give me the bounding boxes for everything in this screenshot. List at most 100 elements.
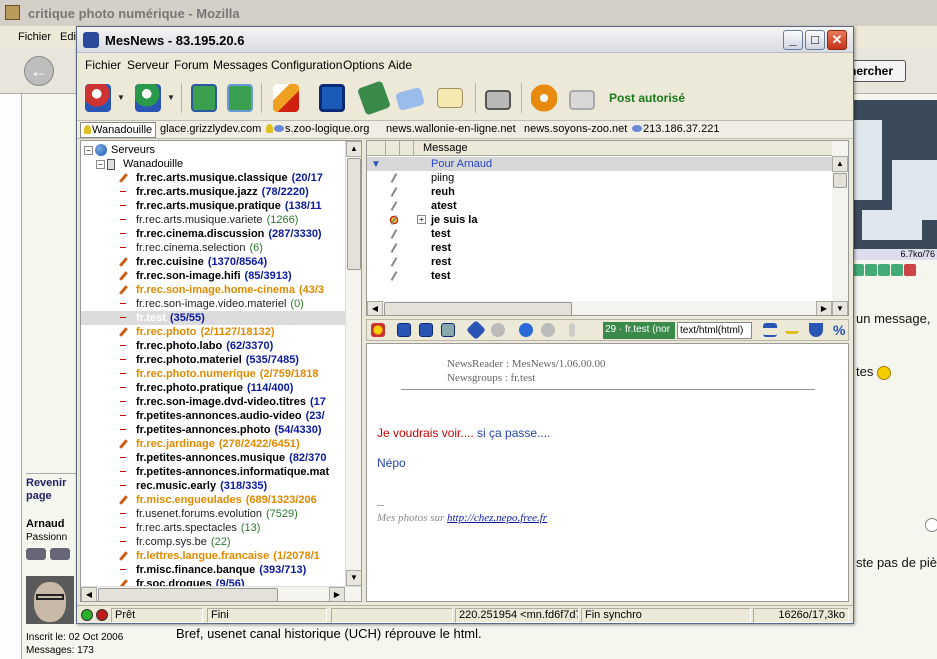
tab-server-grizzlydev[interactable]: glace.grizzlydev.com xyxy=(157,122,264,138)
newsgroup-row[interactable]: fr.rec.son-image.home-cinema (43/3 xyxy=(81,283,345,297)
back-to-page-link[interactable]: Revenir page xyxy=(26,473,78,503)
newsgroup-row[interactable]: fr.rec.arts.musique.pratique (138/11 xyxy=(81,199,345,213)
highlight-icon[interactable] xyxy=(785,326,799,334)
mesnews-title-bar[interactable]: MesNews - 83.195.20.6 _ □ ✕ xyxy=(77,27,853,53)
newsgroup-row[interactable]: fr.petites-annonces.musique (82/370 xyxy=(81,451,345,465)
forum-action-icons[interactable] xyxy=(852,264,937,280)
message-row[interactable]: + je suis la xyxy=(367,213,832,227)
settings-button[interactable] xyxy=(527,80,561,116)
tab-server-soyons-zoo[interactable]: news.soyons-zoo.net xyxy=(521,122,630,138)
tree-vertical-scrollbar[interactable]: ▲ ▼ xyxy=(345,141,361,586)
message-list-vertical-scrollbar[interactable]: ▲ xyxy=(832,141,848,301)
scroll-right-arrow[interactable]: ▶ xyxy=(816,301,832,315)
mozilla-search-button[interactable]: hercher xyxy=(848,60,906,82)
tree-server[interactable]: − Wanadouille xyxy=(81,157,345,171)
menu-options[interactable]: Options xyxy=(343,58,384,72)
message-list-horizontal-scrollbar[interactable]: ◀ ▶ ▼ xyxy=(367,301,848,315)
mail-icon[interactable] xyxy=(441,323,455,337)
newsgroup-row[interactable]: fr.comp.sys.be (22) xyxy=(81,535,345,549)
newsgroup-tree[interactable]: − Serveurs − Wanadouille fr.rec.arts.mus… xyxy=(80,140,362,602)
download-all-icon[interactable] xyxy=(419,323,433,337)
newsgroup-row[interactable]: rec.music.early (318/335) xyxy=(81,479,345,493)
newsgroup-row[interactable]: fr.petites-annonces.photo (54/4330) xyxy=(81,423,345,437)
filter-icon[interactable] xyxy=(809,323,823,337)
newsgroup-row[interactable]: fr.rec.photo.materiel (535/7485) xyxy=(81,353,345,367)
newsgroup-row[interactable]: fr.rec.son-image.dvd-video.titres (17 xyxy=(81,395,345,409)
refresh-button[interactable] xyxy=(187,80,221,116)
forum-edit-icon[interactable] xyxy=(925,518,937,532)
diamond-icon[interactable] xyxy=(466,320,486,340)
collapse-icon[interactable]: − xyxy=(84,146,93,155)
newsgroup-row[interactable]: fr.rec.photo (2/1127/18132) xyxy=(81,325,345,339)
message-row[interactable]: reuh xyxy=(367,185,832,199)
menu-forum[interactable]: Forum xyxy=(174,58,209,72)
mozilla-menu-fichier[interactable]: Fichier xyxy=(18,31,51,43)
scroll-left-arrow[interactable]: ◀ xyxy=(81,587,97,601)
newsgroup-row[interactable]: fr.rec.photo.labo (62/3370) xyxy=(81,339,345,353)
newsgroup-row[interactable]: fr.rec.arts.spectacles (13) xyxy=(81,521,345,535)
attachment-icon[interactable] xyxy=(569,323,575,337)
minimize-button[interactable]: _ xyxy=(783,30,803,50)
newsgroup-row[interactable]: fr.rec.son-image.video.materiel (0) xyxy=(81,297,345,311)
percent-icon[interactable]: % xyxy=(833,322,845,338)
www-icon[interactable] xyxy=(891,264,903,276)
mozilla-menu-edition[interactable]: Edi xyxy=(60,31,76,43)
newsgroup-row[interactable]: fr.rec.cinema.selection (6) xyxy=(81,241,345,255)
newsgroup-row[interactable]: fr.rec.jardinage (278/2422/6451) xyxy=(81,437,345,451)
message-row[interactable]: rest xyxy=(367,241,832,255)
newsgroup-row[interactable]: fr.usenet.forums.evolution (7529) xyxy=(81,507,345,521)
refresh-all-button[interactable] xyxy=(223,80,257,116)
archive-button[interactable] xyxy=(356,80,392,116)
close-button[interactable]: ✕ xyxy=(827,30,847,50)
quote-icon[interactable] xyxy=(904,264,916,276)
newsgroup-row[interactable]: fr.petites-annonces.informatique.mat xyxy=(81,465,345,479)
scroll-thumb[interactable] xyxy=(98,588,278,601)
collapse-icon[interactable]: − xyxy=(96,160,105,169)
scroll-up-arrow[interactable]: ▲ xyxy=(832,156,848,172)
printer-disabled-button[interactable] xyxy=(565,80,599,116)
previous-arrow-icon[interactable] xyxy=(519,323,533,337)
signature-link[interactable]: http://chez.nepo.free.fr xyxy=(447,512,547,524)
menu-fichier[interactable]: Fichier xyxy=(85,58,121,72)
newsgroup-row[interactable]: fr.rec.photo.pratique (114/400) xyxy=(81,381,345,395)
font-size-icon[interactable] xyxy=(763,323,777,337)
message-row[interactable]: test xyxy=(367,227,832,241)
newsgroup-row[interactable]: fr.petites-annonces.audio-video (23/ xyxy=(81,409,345,423)
reply-button[interactable] xyxy=(393,80,427,116)
scroll-left-arrow[interactable]: ◀ xyxy=(367,301,383,315)
scroll-thumb[interactable] xyxy=(384,302,572,315)
disconnect-user-button[interactable] xyxy=(131,80,165,116)
up-arrow-icon[interactable] xyxy=(491,323,505,337)
column-message[interactable]: Message xyxy=(423,142,468,154)
message-row[interactable]: atest xyxy=(367,199,832,213)
message-row[interactable]: test xyxy=(367,269,832,283)
pm-icon[interactable] xyxy=(865,264,877,276)
print-button[interactable] xyxy=(481,80,515,116)
newsgroup-row[interactable]: fr.rec.cinema.discussion (287/3330) xyxy=(81,227,345,241)
dropdown-arrow-icon[interactable]: ▼ xyxy=(167,93,175,102)
tab-server-wallonie[interactable]: news.wallonie-en-ligne.net xyxy=(383,122,519,138)
tab-server-zoo-logique[interactable]: s.zoo-logique.org xyxy=(263,122,372,138)
message-list[interactable]: Message ▼ Pour Arnaud piing reuh atest + je su… xyxy=(366,140,849,316)
format-selector[interactable]: text/html(html) xyxy=(677,322,752,339)
tab-server-213[interactable]: 213.186.37.221 xyxy=(629,122,722,138)
newsgroup-row[interactable]: fr.test (35/55) xyxy=(81,311,345,325)
menu-aide[interactable]: Aide xyxy=(388,58,412,72)
back-arrow-icon[interactable]: ← xyxy=(24,56,54,86)
mark-read-icon[interactable] xyxy=(371,323,385,337)
send-button[interactable] xyxy=(269,80,303,116)
menu-serveur[interactable]: Serveur xyxy=(127,58,169,72)
newsgroup-row[interactable]: fr.rec.arts.musique.jazz (78/2220) xyxy=(81,185,345,199)
connect-user-button[interactable] xyxy=(81,80,115,116)
email-icon[interactable] xyxy=(878,264,890,276)
tab-server-wanadouille[interactable]: Wanadouille xyxy=(80,122,157,138)
download-message-icon[interactable] xyxy=(397,323,411,337)
scroll-thumb[interactable] xyxy=(347,158,361,270)
save-button[interactable] xyxy=(315,80,349,116)
newsgroup-row[interactable]: fr.rec.photo.numerique (2/759/1818 xyxy=(81,367,345,381)
scroll-down-arrow[interactable]: ▼ xyxy=(346,570,361,586)
message-row[interactable]: ▼ Pour Arnaud xyxy=(367,157,832,171)
newsgroup-row[interactable]: fr.rec.son-image.hifi (85/3913) xyxy=(81,269,345,283)
newsgroup-row[interactable]: fr.lettres.langue.francaise (1/2078/1 xyxy=(81,549,345,563)
expand-thread-icon[interactable]: + xyxy=(417,215,426,224)
